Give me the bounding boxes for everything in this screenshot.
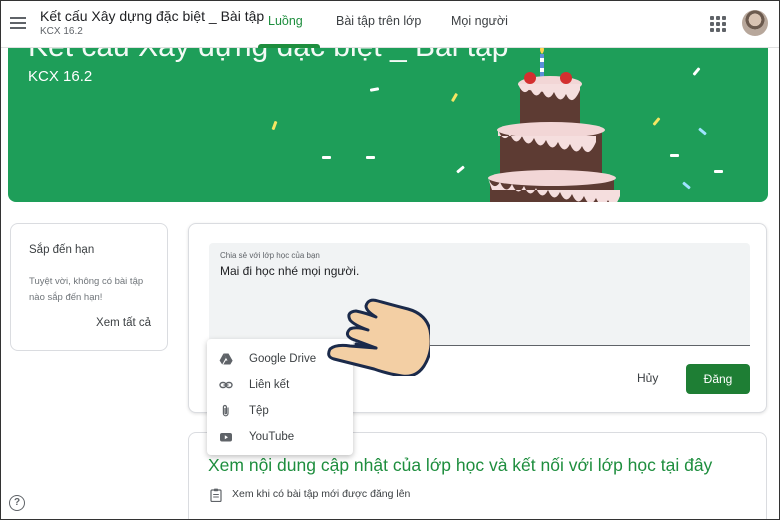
- confetti: [366, 156, 375, 159]
- google-drive-icon: [219, 353, 233, 365]
- confetti: [692, 67, 701, 76]
- confetti: [652, 117, 661, 126]
- paperclip-icon: [222, 404, 229, 417]
- announcement-input[interactable]: Chia sẻ với lớp học của bạn Mai đi học n…: [209, 243, 750, 346]
- link-icon: [219, 381, 233, 389]
- hamburger-menu-icon[interactable]: [10, 14, 26, 30]
- stream-intro-title: Xem nội dung cập nhật của lớp học và kết…: [208, 455, 713, 475]
- announcement-input-label: Chia sẻ với lớp học của bạn: [220, 251, 320, 260]
- upcoming-title: Sắp đến hạn: [29, 244, 95, 256]
- banner-subtitle: KCX 16.2: [28, 68, 93, 85]
- attach-item-label: Tệp: [249, 405, 269, 417]
- upcoming-text: Tuyệt vời, không có bài tập nào sắp đến …: [29, 276, 144, 303]
- top-bar: Kết cấu Xây dựng đặc biệt _ Bài tập KCX …: [0, 0, 780, 48]
- confetti: [714, 170, 723, 173]
- confetti: [369, 87, 380, 92]
- youtube-icon: [220, 433, 232, 442]
- stream-intro-hint: Xem khi có bài tập mới được đăng lên: [232, 488, 411, 500]
- hand-pointer-icon: [327, 298, 430, 376]
- attach-item-label: Liên kết: [249, 379, 290, 391]
- post-button[interactable]: Đăng: [686, 364, 750, 394]
- cancel-button[interactable]: Hủy: [637, 371, 658, 385]
- confetti: [682, 181, 691, 190]
- attach-file[interactable]: Tệp: [207, 398, 353, 424]
- confetti: [322, 156, 331, 159]
- confetti: [698, 127, 707, 136]
- attach-item-label: Google Drive: [249, 353, 317, 365]
- tab-classwork[interactable]: Bài tập trên lớp: [336, 14, 421, 28]
- cake-illustration: [488, 44, 620, 202]
- confetti: [271, 120, 278, 131]
- confetti: [670, 154, 679, 157]
- class-title: Kết cấu Xây dựng đặc biệt _ Bài tập: [40, 8, 265, 24]
- tab-stream[interactable]: Luồng: [268, 14, 303, 28]
- class-title-block[interactable]: Kết cấu Xây dựng đặc biệt _ Bài tập KCX …: [40, 8, 264, 37]
- upcoming-card: Sắp đến hạn Tuyệt vời, không có bài tập …: [10, 223, 168, 351]
- confetti: [450, 92, 459, 103]
- confetti: [456, 165, 465, 174]
- help-icon[interactable]: ?: [9, 495, 25, 511]
- active-tab-indicator: [258, 44, 320, 48]
- assignment-icon: [210, 488, 222, 502]
- tab-people[interactable]: Mọi người: [451, 14, 508, 28]
- view-all-link[interactable]: Xem tất cả: [96, 317, 151, 329]
- class-section: KCX 16.2: [40, 26, 83, 37]
- attach-item-label: YouTube: [249, 431, 295, 443]
- avatar[interactable]: [742, 10, 768, 36]
- attach-youtube[interactable]: YouTube: [207, 424, 353, 450]
- apps-grid-icon[interactable]: [710, 16, 726, 32]
